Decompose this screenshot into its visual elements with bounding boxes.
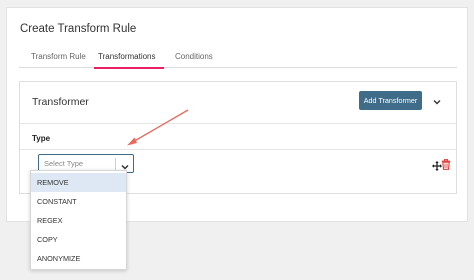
chevron-down-icon[interactable] <box>431 95 443 107</box>
tab-transform-rule[interactable]: Transform Rule <box>31 52 86 61</box>
option-copy[interactable]: COPY <box>31 230 126 249</box>
tab-bar: Transform Rule Transformations Condition… <box>19 46 457 69</box>
tab-conditions[interactable]: Conditions <box>175 52 213 61</box>
add-transformer-button[interactable]: Add Transformer <box>359 91 422 110</box>
transformer-title: Transformer <box>32 96 89 108</box>
page-title: Create Transform Rule <box>20 23 137 35</box>
type-select-placeholder: Select Type <box>44 159 84 168</box>
transformer-header: Transformer Add Transformer <box>20 82 456 124</box>
tab-transformations[interactable]: Transformations <box>98 52 156 61</box>
option-regex[interactable]: REGEX <box>31 211 126 230</box>
option-remove[interactable]: REMOVE <box>31 173 126 192</box>
type-dropdown-menu: REMOVE CONSTANT REGEX COPY ANONYMIZE <box>30 170 127 270</box>
active-tab-indicator <box>94 67 164 69</box>
trash-icon[interactable] <box>441 157 451 170</box>
type-label: Type <box>32 134 51 143</box>
option-anonymize[interactable]: ANONYMIZE <box>31 249 126 268</box>
option-constant[interactable]: CONSTANT <box>31 192 126 211</box>
select-divider <box>115 158 116 170</box>
chevron-down-icon[interactable] <box>120 159 130 170</box>
divider <box>20 149 456 150</box>
